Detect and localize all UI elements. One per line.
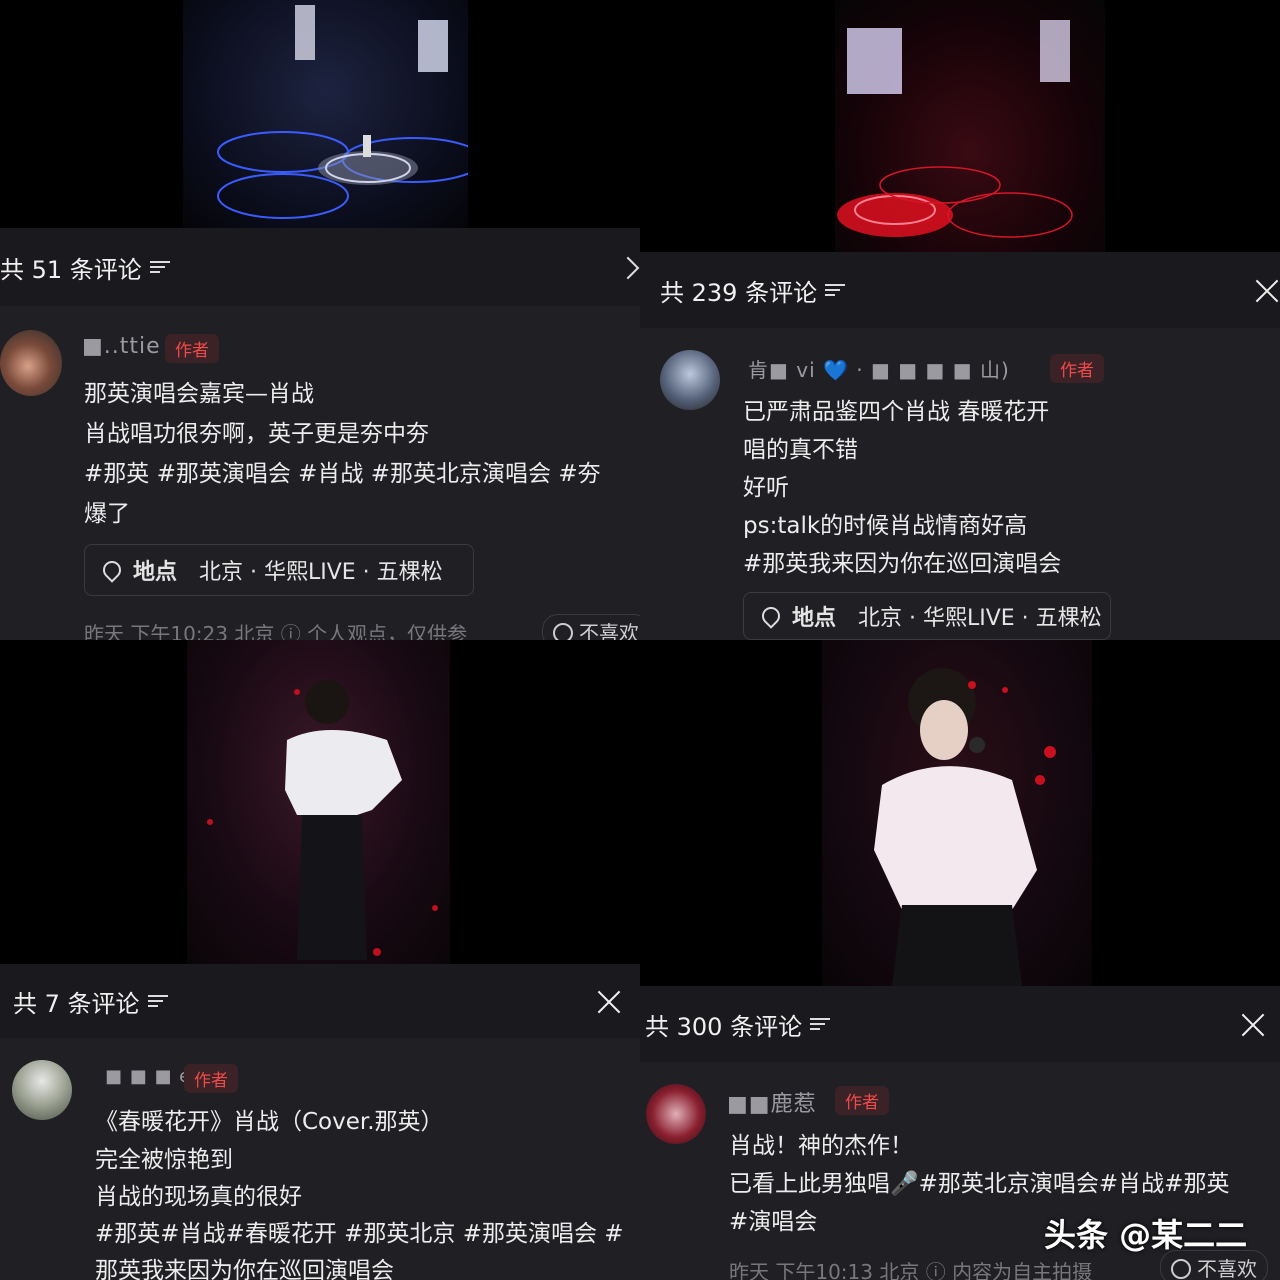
comment-line: 《春暖花开》肖战（Cover.那英）: [95, 1109, 444, 1135]
avatar[interactable]: [646, 1084, 706, 1144]
comment-line: 唱的真不错: [743, 437, 858, 463]
post-meta: 昨天 下午10:23 北京 ⓘ 个人观点，仅供参: [84, 622, 468, 640]
dislike-button[interactable]: 不喜欢: [542, 614, 640, 640]
comment-hashtags[interactable]: 爆了: [84, 494, 130, 528]
sort-filter-icon[interactable]: [810, 1016, 831, 1032]
avatar[interactable]: [660, 350, 720, 410]
comment-panel-2: 共 239 条评论 肯■ vi 💙 · ■ ■ ■ ■ 山) 作者 已严肃品鉴四…: [640, 252, 1280, 640]
comment-line: 已严肃品鉴四个肖战 春暖花开: [743, 399, 1050, 425]
dislike-face-icon: [1171, 1259, 1191, 1279]
author-badge: 作者: [1050, 354, 1104, 383]
avatar[interactable]: [12, 1060, 72, 1120]
location-text: 北京 · 华熙LIVE · 五棵松: [858, 606, 1102, 631]
username[interactable]: ■ ■ ■ e: [105, 1066, 191, 1087]
dislike-label: 不喜欢: [579, 621, 639, 640]
comment-panel-1: 共 51 条评论 ■..ttie 作者 那英演唱会嘉宾—肖战 肖战唱功很夯啊，英…: [0, 228, 640, 640]
comment-count: 共 239 条评论: [660, 278, 818, 307]
watermark: 头条 @某二二: [1044, 1216, 1248, 1254]
username[interactable]: 肯■ vi 💙 · ■ ■ ■ ■ 山): [748, 354, 1010, 383]
close-icon[interactable]: [1254, 278, 1280, 304]
sort-filter-icon[interactable]: [147, 993, 168, 1009]
post-meta: 昨天 下午10:13 北京 ⓘ 内容为自主拍摄: [729, 1260, 1093, 1280]
comment-count: 共 7 条评论: [13, 989, 140, 1018]
comment-hashtags[interactable]: 已看上此男独唱🎤#那英北京演唱会#肖战#那英: [729, 1164, 1229, 1198]
comment-line: 肖战唱功很夯啊，英子更是夯中夯: [84, 421, 429, 447]
comment-hashtags[interactable]: #演唱会: [729, 1202, 817, 1236]
close-icon[interactable]: [1240, 1012, 1266, 1038]
location-label: 地点: [792, 606, 837, 631]
location-pin-icon: [99, 557, 125, 583]
comment-hashtags[interactable]: #那英我来因为你在巡回演唱会: [743, 544, 1061, 578]
location-pin-icon: [758, 603, 784, 629]
chevron-right-icon[interactable]: [616, 256, 640, 280]
comment-line: ps:talk的时候肖战情商好高: [743, 513, 1028, 539]
comment-hashtags[interactable]: #那英 #那英演唱会 #肖战 #那英北京演唱会 #夯: [84, 454, 601, 488]
dislike-label: 不喜欢: [1197, 1257, 1257, 1280]
location-label: 地点: [133, 560, 178, 585]
concert-photo-stage-red: [835, 0, 1105, 252]
concert-photo-stage-blue: [183, 0, 468, 228]
singer-photo-white-shirt: [187, 640, 450, 964]
comment-panel-3: 共 7 条评论 ■ ■ ■ e 作者 《春暖花开》肖战（Cover.那英） 完全…: [0, 964, 640, 1280]
sort-filter-icon[interactable]: [825, 282, 846, 298]
comment-header: 共 239 条评论: [640, 252, 1280, 328]
comment-header: 共 7 条评论: [0, 964, 640, 1038]
dislike-face-icon: [553, 623, 573, 640]
comment-count: 共 300 条评论: [645, 1012, 803, 1041]
comment-count: 共 51 条评论: [0, 255, 142, 284]
avatar[interactable]: [0, 330, 62, 396]
comment-line: 好听: [743, 475, 789, 501]
author-badge: 作者: [835, 1086, 889, 1115]
location-text: 北京 · 华熙LIVE · 五棵松: [199, 560, 443, 585]
comment-line: 肖战！神的杰作！: [729, 1133, 913, 1159]
sort-filter-icon[interactable]: [149, 259, 170, 275]
comment-line: 完全被惊艳到: [95, 1147, 233, 1173]
location-chip[interactable]: 地点 北京 · 华熙LIVE · 五棵松: [743, 592, 1111, 640]
comment-header: 共 300 条评论: [640, 986, 1280, 1062]
username[interactable]: ■■鹿惹: [727, 1086, 817, 1118]
author-badge: 作者: [184, 1064, 238, 1093]
singer-photo-closeup: [822, 640, 1092, 986]
comment-line: 那英演唱会嘉宾—肖战: [84, 381, 314, 407]
comment-hashtags[interactable]: 那英我来因为你在巡回演唱会: [95, 1251, 394, 1280]
comment-line: 肖战的现场真的很好: [95, 1184, 302, 1210]
comment-hashtags[interactable]: #那英#肖战#春暖花开 #那英北京 #那英演唱会 #: [95, 1214, 624, 1248]
author-badge: 作者: [165, 334, 219, 363]
username[interactable]: ■..ttie: [82, 334, 161, 359]
location-chip[interactable]: 地点 北京 · 华熙LIVE · 五棵松: [84, 544, 474, 596]
close-icon[interactable]: [596, 989, 622, 1015]
comment-header: 共 51 条评论: [0, 228, 640, 306]
